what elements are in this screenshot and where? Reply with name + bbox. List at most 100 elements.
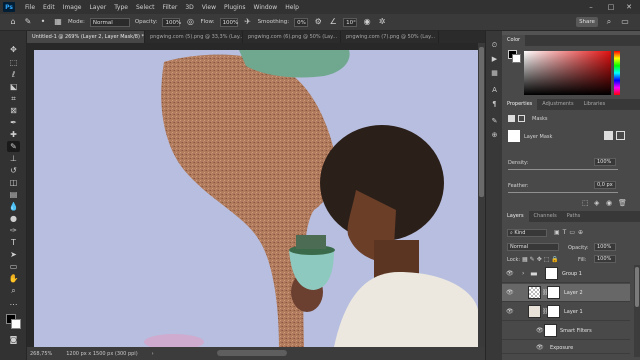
brush-tool-icon[interactable]: ✎: [7, 141, 20, 152]
home-icon[interactable]: ⌂: [8, 17, 18, 27]
layer-mask-thumbnail[interactable]: [547, 286, 560, 299]
move-tool-icon[interactable]: ✥: [7, 44, 20, 55]
history-icon[interactable]: ⏲: [489, 41, 500, 51]
filter-mask-thumbnail[interactable]: [544, 324, 557, 337]
actions-icon[interactable]: ▶: [489, 55, 500, 65]
menu-plugins[interactable]: Plugins: [220, 4, 250, 11]
group-mask-thumbnail[interactable]: [545, 267, 558, 280]
symmetry-icon[interactable]: ✲: [377, 17, 387, 27]
angle-field[interactable]: 10°: [343, 17, 358, 27]
color-background-swatch[interactable]: [512, 54, 521, 63]
layer-opacity-field[interactable]: 100%: [594, 243, 616, 251]
apply-mask-icon[interactable]: ◈: [594, 199, 599, 207]
visibility-eye-icon[interactable]: 👁: [536, 344, 544, 351]
layer-row-exposure[interactable]: 👁 Exposure: [502, 341, 630, 354]
share-button[interactable]: Share: [576, 17, 598, 27]
opacity-field[interactable]: 100%: [162, 17, 181, 27]
healing-brush-tool-icon[interactable]: ✚: [7, 129, 20, 140]
tab-libraries[interactable]: Libraries: [579, 99, 611, 110]
menu-filter[interactable]: Filter: [159, 4, 182, 11]
pressure-opacity-icon[interactable]: ◎: [185, 17, 195, 27]
canvas-horizontal-scrollbar[interactable]: [217, 350, 287, 356]
select-vector-mask-button[interactable]: [616, 131, 625, 140]
layer-thumbnail[interactable]: [528, 286, 541, 299]
blend-mode-select[interactable]: Normal: [507, 243, 559, 251]
tab-channels[interactable]: Channels: [529, 211, 562, 222]
tab-pngwing-6[interactable]: pngwing.com (6).png @ 50% (Lay...: [243, 31, 341, 43]
menu-file[interactable]: File: [21, 4, 39, 11]
brushes-icon[interactable]: ✎: [489, 117, 500, 127]
flow-field[interactable]: 100%: [219, 17, 238, 27]
fill-field[interactable]: 100%: [594, 255, 616, 263]
pen-tool-icon[interactable]: ✑: [7, 225, 20, 236]
layer-row-layer-2[interactable]: 👁 ⛓ Layer 2: [502, 284, 630, 302]
maximize-button[interactable]: □: [602, 0, 620, 14]
tab-pngwing-5[interactable]: pngwing.com (5).png @ 33,3% (Lay...: [145, 31, 243, 43]
feather-field[interactable]: 0,0 px: [594, 181, 616, 189]
select-pixel-mask-button[interactable]: [604, 131, 613, 140]
frame-tool-icon[interactable]: ⊠: [7, 105, 20, 116]
menu-image[interactable]: Image: [59, 4, 86, 11]
zoom-tool-icon[interactable]: ⌕: [7, 285, 20, 296]
menu-3d[interactable]: 3D: [181, 4, 197, 11]
visibility-eye-icon[interactable]: 👁: [506, 308, 514, 315]
angle-icon[interactable]: ∠: [328, 17, 338, 27]
zoom-level[interactable]: 268,75%: [30, 351, 52, 357]
minimize-button[interactable]: –: [582, 0, 600, 14]
layer-filter-icons[interactable]: ▣T▭⊕: [554, 229, 586, 236]
tab-pngwing-7[interactable]: pngwing.com (7).png @ 50% (Lay...: [341, 31, 439, 43]
density-slider[interactable]: [508, 169, 618, 170]
crop-tool-icon[interactable]: ⌗: [7, 93, 20, 104]
visibility-eye-icon[interactable]: 👁: [536, 327, 544, 334]
airbrush-icon[interactable]: ✈: [243, 17, 253, 27]
type-tool-icon[interactable]: T: [7, 237, 20, 248]
menu-window[interactable]: Window: [250, 4, 282, 11]
document-canvas[interactable]: [34, 50, 478, 347]
lasso-tool-icon[interactable]: ℓ: [7, 69, 20, 80]
brush-preset-icon[interactable]: ✎: [23, 17, 33, 27]
menu-edit[interactable]: Edit: [39, 4, 59, 11]
layer-row-smart-filters[interactable]: 👁 Smart Filters: [502, 322, 630, 340]
feather-slider[interactable]: [508, 192, 618, 193]
menu-type[interactable]: Type: [110, 4, 132, 11]
menu-layer[interactable]: Layer: [85, 4, 110, 11]
smoothing-settings-icon[interactable]: ⚙: [313, 17, 323, 27]
swatches-icon[interactable]: ▦: [489, 69, 500, 79]
menu-view[interactable]: View: [198, 4, 220, 11]
tab-untitled-1[interactable]: Untitled-1 @ 269% (Layer 2, Layer Mask/8…: [27, 31, 145, 43]
hand-tool-icon[interactable]: ✋: [7, 273, 20, 284]
photoshop-logo[interactable]: Ps: [3, 2, 15, 12]
clone-stamp-tool-icon[interactable]: ⊥: [7, 153, 20, 164]
hue-slider[interactable]: [614, 51, 620, 95]
menu-help[interactable]: Help: [281, 4, 303, 11]
background-color-swatch[interactable]: [11, 319, 21, 329]
eraser-tool-icon[interactable]: ◫: [7, 177, 20, 188]
tab-layers[interactable]: Layers: [502, 211, 529, 222]
status-chevron-icon[interactable]: ›: [152, 351, 154, 357]
history-brush-tool-icon[interactable]: ↺: [7, 165, 20, 176]
load-selection-icon[interactable]: ⬚: [582, 199, 589, 207]
tab-paths[interactable]: Paths: [562, 211, 586, 222]
more-tools-icon[interactable]: ⋯: [7, 299, 20, 310]
pressure-size-icon[interactable]: ◉: [362, 17, 372, 27]
expand-chevron-icon[interactable]: ›: [522, 270, 524, 277]
lock-icons[interactable]: ▦✎✥⬚🔒: [522, 256, 561, 263]
paragraph-icon[interactable]: ¶: [489, 100, 500, 110]
layer-mask-thumbnail[interactable]: [547, 305, 560, 318]
color-picker-field[interactable]: [524, 51, 611, 95]
eyedropper-tool-icon[interactable]: ✒: [7, 117, 20, 128]
smoothing-field[interactable]: 0%: [294, 17, 309, 27]
layer-row-group-1[interactable]: 👁 › ▬ Group 1: [502, 265, 630, 283]
quick-mask-icon[interactable]: ◙: [7, 334, 20, 345]
mode-select[interactable]: Normal: [89, 17, 130, 27]
brush-settings-icon[interactable]: ▦: [53, 17, 63, 27]
search-icon[interactable]: ⌕: [604, 17, 614, 27]
tab-color[interactable]: Color: [502, 35, 526, 46]
clone-source-icon[interactable]: ⊕: [489, 131, 500, 141]
layers-scrollbar[interactable]: [634, 265, 640, 357]
close-window-button[interactable]: ✕: [620, 0, 638, 14]
kind-filter-select[interactable]: ⌕ Kind: [507, 229, 547, 237]
tab-properties[interactable]: Properties: [502, 99, 538, 110]
visibility-eye-icon[interactable]: 👁: [506, 289, 514, 296]
menu-select[interactable]: Select: [132, 4, 159, 11]
